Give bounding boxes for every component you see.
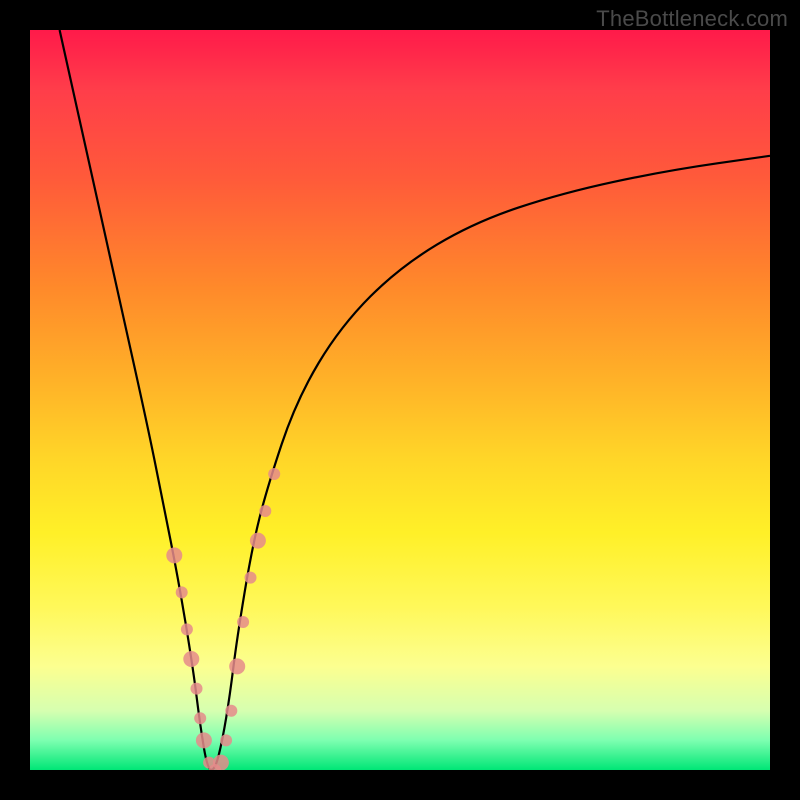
highlight-dots-layer (166, 468, 280, 770)
highlight-dot (237, 616, 249, 628)
outer-frame: TheBottleneck.com (0, 0, 800, 800)
highlight-dot (268, 468, 280, 480)
watermark-text: TheBottleneck.com (596, 6, 788, 32)
curve-layer (60, 30, 770, 770)
plot-area (30, 30, 770, 770)
highlight-dot (194, 712, 206, 724)
highlight-dot (250, 533, 266, 549)
highlight-dot (181, 623, 193, 635)
highlight-dot (183, 651, 199, 667)
chart-svg (30, 30, 770, 770)
highlight-dot (176, 586, 188, 598)
highlight-dot (196, 732, 212, 748)
highlight-dot (220, 734, 232, 746)
highlight-dot (213, 755, 229, 770)
highlight-dot (225, 705, 237, 717)
bottleneck-curve (60, 30, 770, 770)
highlight-dot (229, 658, 245, 674)
highlight-dot (245, 572, 257, 584)
highlight-dot (259, 505, 271, 517)
highlight-dot (191, 683, 203, 695)
highlight-dot (166, 547, 182, 563)
